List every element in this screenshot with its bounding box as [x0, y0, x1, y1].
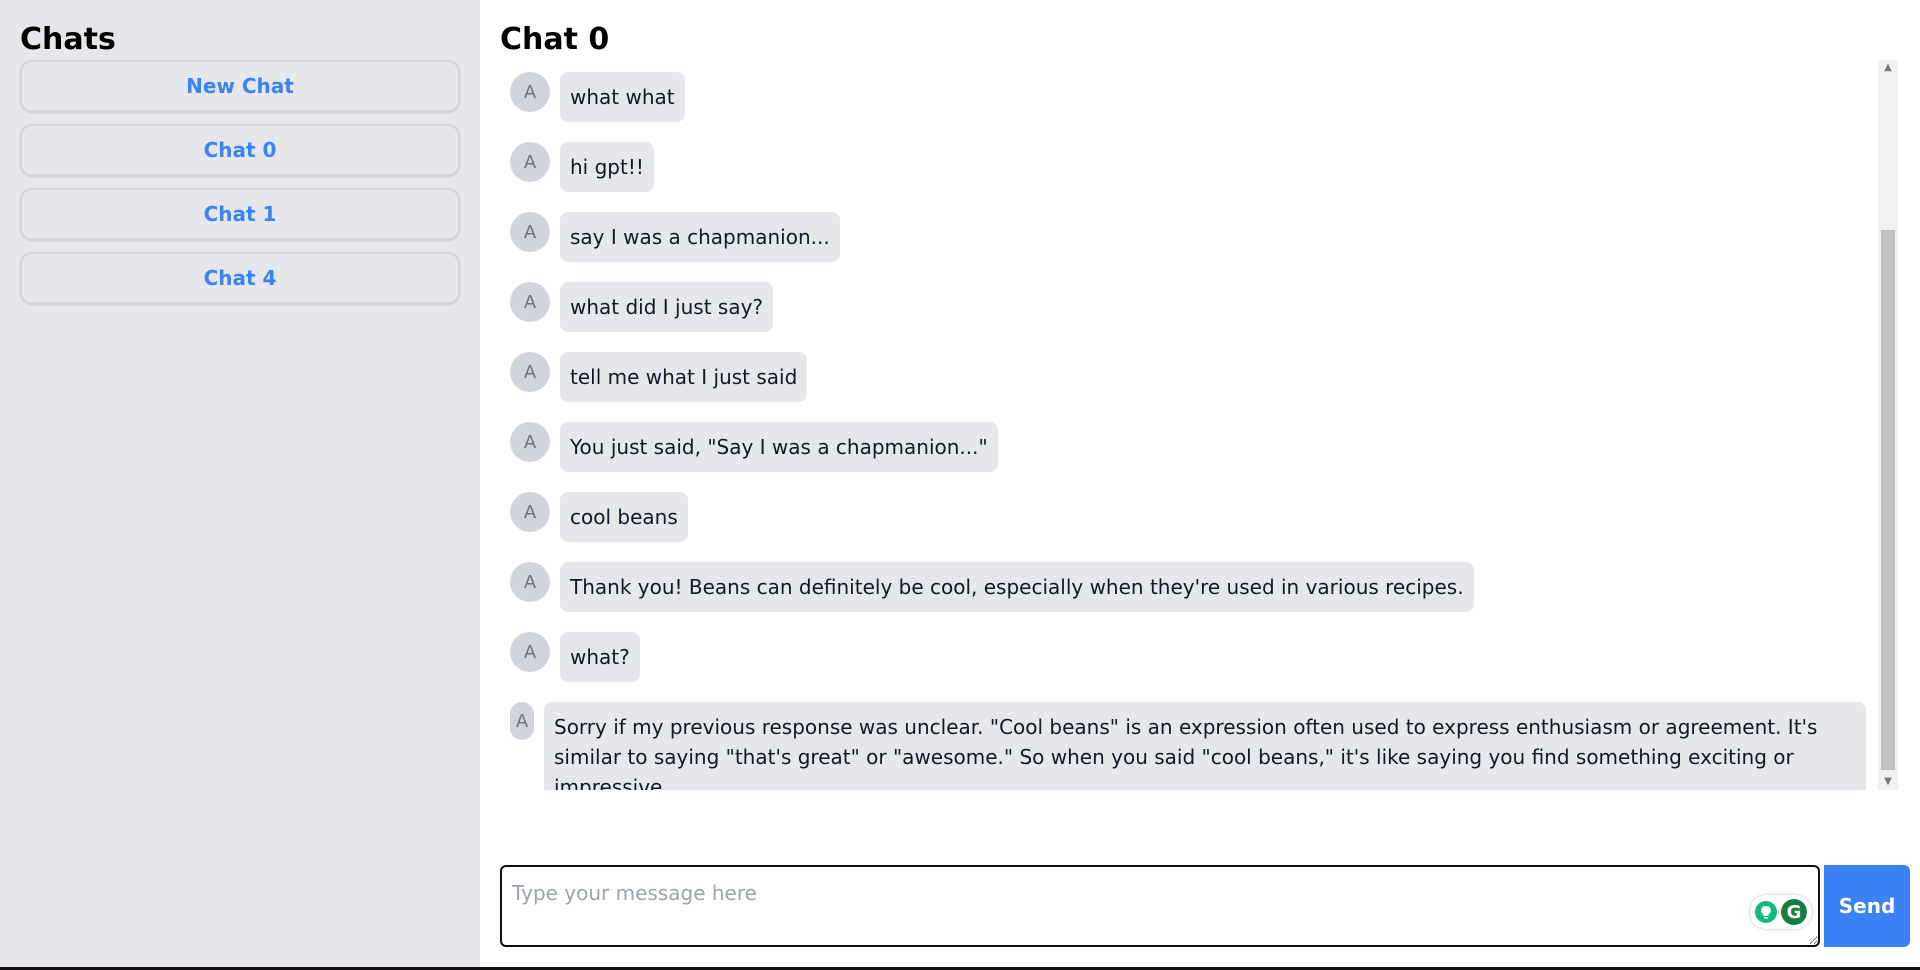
message-scrollbar[interactable]: ▲ ▼: [1878, 60, 1898, 790]
avatar: A: [510, 142, 550, 182]
avatar: A: [510, 492, 550, 532]
grammarly-g-icon[interactable]: G: [1781, 899, 1807, 925]
message-row: A what?: [500, 632, 640, 682]
new-chat-button[interactable]: New Chat: [20, 60, 460, 112]
avatar: A: [510, 562, 550, 602]
app-window: Chats New Chat Chat 0 Chat 1 Chat 4 Chat…: [0, 0, 1920, 970]
chat-sidebar: Chats New Chat Chat 0 Chat 1 Chat 4: [0, 0, 480, 967]
message-list[interactable]: A what what A hi gpt!! A say I was a cha…: [500, 60, 1900, 790]
message-row: A what what: [500, 72, 685, 122]
message-row: A Thank you! Beans can definitely be coo…: [500, 562, 1474, 612]
message-row: A hi gpt!!: [500, 142, 654, 192]
message-bubble: Sorry if my previous response was unclea…: [544, 702, 1866, 790]
scroll-up-arrow-icon[interactable]: ▲: [1878, 60, 1898, 76]
sidebar-title: Chats: [20, 22, 116, 57]
message-bubble: what did I just say?: [560, 282, 774, 332]
avatar: A: [510, 72, 550, 112]
message-row: A tell me what I just said: [500, 352, 808, 402]
sidebar-item-chat-1[interactable]: Chat 1: [20, 188, 460, 240]
message-composer: G Send: [500, 865, 1910, 947]
avatar: A: [510, 422, 550, 462]
message-row: A say I was a chapmanion...: [500, 212, 840, 262]
avatar: A: [510, 282, 550, 322]
chat-panel: Chat 0 A what what A hi gpt!! A say I wa…: [480, 0, 1920, 967]
scroll-down-arrow-icon[interactable]: ▼: [1878, 774, 1898, 790]
message-row: A what did I just say?: [500, 282, 774, 332]
message-bubble: Thank you! Beans can definitely be cool,…: [560, 562, 1474, 612]
message-bubble: what?: [560, 632, 640, 682]
scroll-thumb[interactable]: [1881, 230, 1895, 770]
message-row: A cool beans: [500, 492, 688, 542]
message-bubble: what what: [560, 72, 685, 122]
avatar: A: [510, 212, 550, 252]
message-row: A Sorry if my previous response was uncl…: [500, 702, 1866, 790]
send-button[interactable]: Send: [1824, 865, 1910, 947]
message-input[interactable]: [500, 865, 1820, 947]
message-row: A You just said, "Say I was a chapmanion…: [500, 422, 998, 472]
message-bubble: You just said, "Say I was a chapmanion..…: [560, 422, 998, 472]
chat-list: New Chat Chat 0 Chat 1 Chat 4: [20, 60, 460, 304]
lightbulb-icon[interactable]: [1755, 901, 1777, 923]
sidebar-item-chat-0[interactable]: Chat 0: [20, 124, 460, 176]
avatar: A: [510, 632, 550, 672]
avatar: A: [510, 352, 550, 392]
chat-title: Chat 0: [500, 22, 610, 57]
grammar-assistant-widget[interactable]: G: [1750, 895, 1812, 929]
message-bubble: say I was a chapmanion...: [560, 212, 840, 262]
message-bubble: hi gpt!!: [560, 142, 654, 192]
message-bubble: tell me what I just said: [560, 352, 808, 402]
avatar: A: [510, 702, 534, 740]
message-bubble: cool beans: [560, 492, 688, 542]
sidebar-item-chat-4[interactable]: Chat 4: [20, 252, 460, 304]
